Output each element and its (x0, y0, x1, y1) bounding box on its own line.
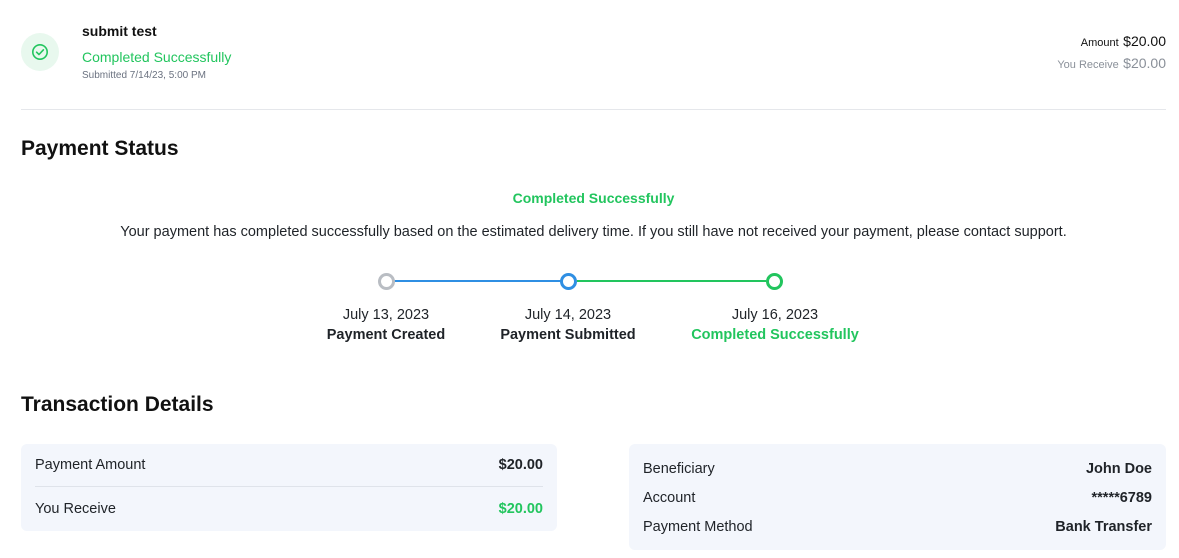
timeline-date-completed: July 16, 2023 (731, 307, 819, 323)
receive-label: You Receive (1057, 59, 1119, 71)
detail-label: Payment Method (643, 518, 753, 535)
payment-detail-page: submit test Completed Successfully Submi… (0, 0, 1179, 558)
detail-row-payment-method: Payment Method Bank Transfer (643, 512, 1152, 541)
amount-value: $20.00 (1123, 33, 1166, 49)
detail-value: $20.00 (498, 457, 543, 473)
timeline-label-submitted: Payment Submitted (500, 327, 636, 343)
timeline-label-completed: Completed Successfully (691, 327, 859, 343)
payment-title: submit test (82, 23, 157, 39)
detail-label: Beneficiary (643, 460, 715, 477)
payment-status-heading: Payment Status (21, 137, 179, 160)
timeline-dot-completed (766, 273, 783, 290)
amount-summary: Amount $20.00 (1081, 33, 1166, 51)
header-divider (21, 109, 1166, 110)
detail-value: Bank Transfer (1055, 518, 1152, 535)
amount-details-card: Payment Amount $20.00 You Receive $20.00 (21, 444, 557, 531)
detail-label: Payment Amount (35, 457, 146, 473)
detail-row-payment-amount: Payment Amount $20.00 (35, 444, 543, 487)
detail-label: Account (643, 489, 696, 506)
timeline-connector-2 (577, 280, 766, 282)
submitted-timestamp: Submitted 7/14/23, 5:00 PM (82, 70, 206, 81)
timeline-dot-submitted (560, 273, 577, 290)
detail-value: *****6789 (1091, 489, 1152, 506)
payment-status-text: Completed Successfully (82, 49, 232, 65)
detail-value: John Doe (1085, 460, 1152, 477)
receive-value: $20.00 (1123, 55, 1166, 71)
amount-label: Amount (1080, 37, 1119, 49)
detail-row-you-receive: You Receive $20.00 (35, 487, 543, 530)
check-circle-icon (21, 33, 59, 71)
detail-row-beneficiary: Beneficiary John Doe (643, 454, 1152, 483)
receive-summary: You Receive $20.00 (1057, 55, 1166, 73)
timeline-date-submitted: July 14, 2023 (524, 307, 612, 323)
status-description: Your payment has completed successfully … (120, 224, 1067, 240)
timeline-connector-1 (394, 280, 561, 282)
timeline-dot-created (378, 273, 395, 290)
detail-value: $20.00 (498, 500, 543, 517)
status-label: Completed Successfully (512, 190, 675, 206)
detail-label: You Receive (35, 500, 116, 517)
detail-row-account: Account *****6789 (643, 483, 1152, 512)
transaction-details-heading: Transaction Details (21, 393, 214, 416)
beneficiary-details-card: Beneficiary John Doe Account *****6789 P… (629, 444, 1166, 550)
